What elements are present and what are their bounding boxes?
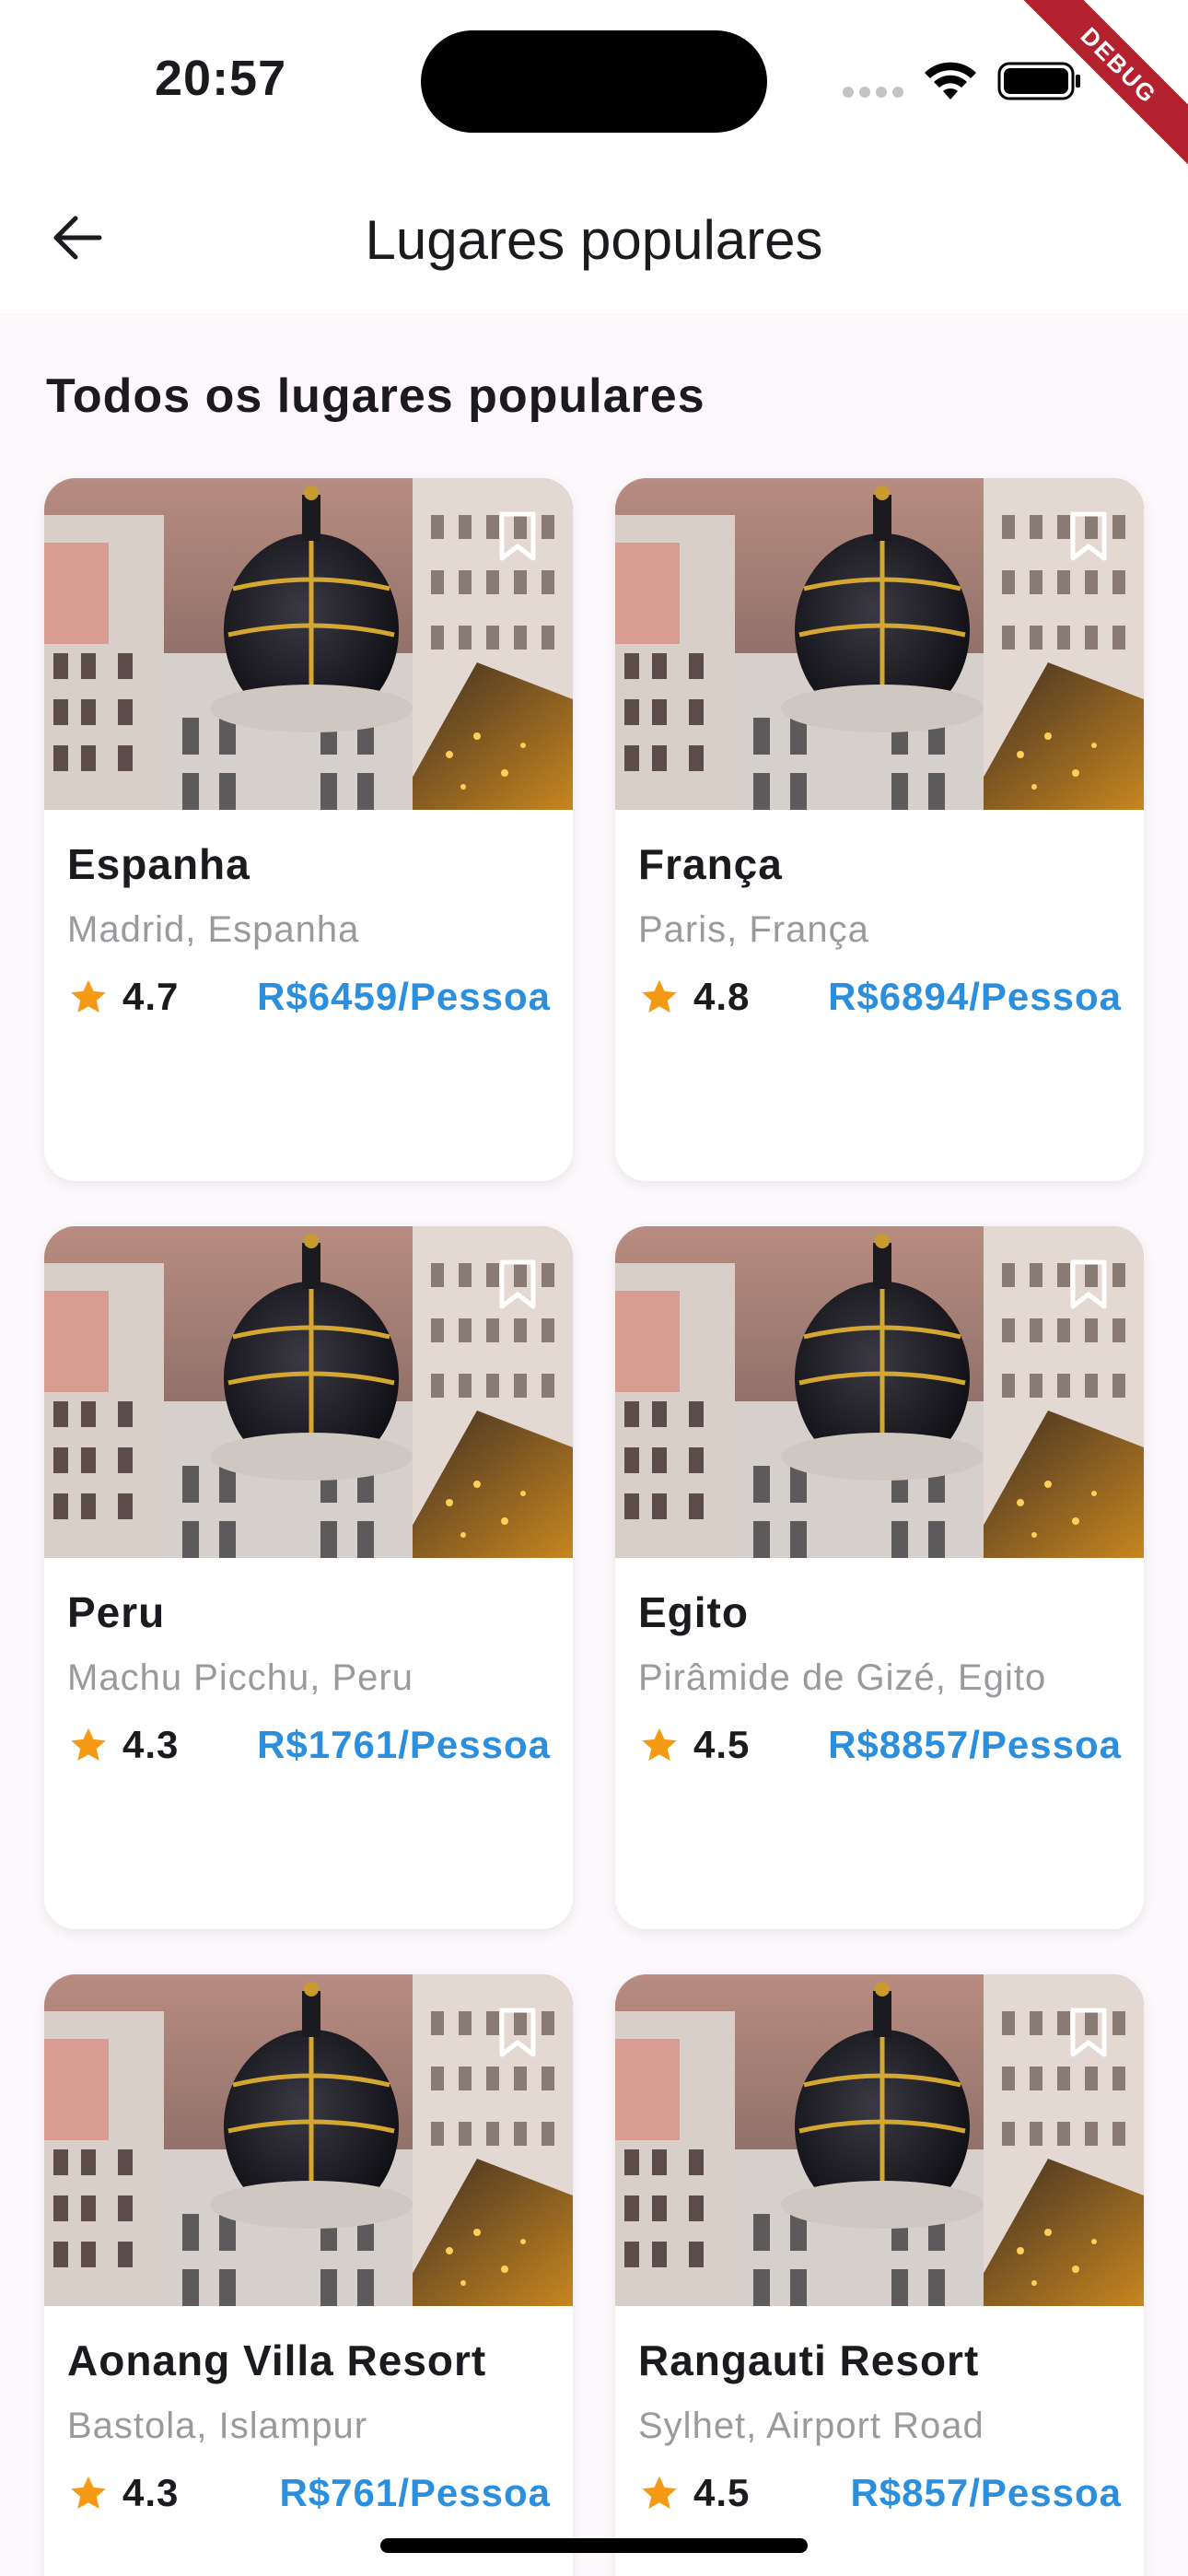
place-name: França <box>638 840 783 888</box>
cellular-signal-icon <box>843 87 905 98</box>
rating: 4.3 <box>67 2471 179 2515</box>
rating: 4.5 <box>638 1723 750 1767</box>
place-location: Machu Picchu, Peru <box>67 1657 413 1698</box>
rating-value: 4.7 <box>122 975 180 1018</box>
rating-value: 4.3 <box>122 2471 180 2514</box>
place-card[interactable]: Egito Pirâmide de Gizé, Egito 4.5 R$8857… <box>615 1226 1144 1929</box>
price-per-person: R$6459/Pessoa <box>257 975 551 1018</box>
star-icon <box>642 979 677 1013</box>
place-location: Madrid, Espanha <box>67 909 360 950</box>
place-image <box>44 1974 573 2306</box>
place-photo <box>615 1226 1144 1558</box>
page-title: Lugares populares <box>365 209 823 271</box>
status-time: 20:57 <box>155 51 287 106</box>
price-per-person: R$1761/Pessoa <box>257 1723 551 1766</box>
place-card[interactable]: Rangauti Resort Sylhet, Airport Road 4.5… <box>615 1974 1144 2576</box>
rating-value: 4.5 <box>693 1723 751 1766</box>
place-photo <box>44 478 573 810</box>
star-icon <box>642 1727 677 1762</box>
star-icon <box>642 2476 677 2510</box>
dynamic-island <box>421 30 767 133</box>
place-name: Rangauti Resort <box>638 2336 980 2384</box>
place-photo <box>615 1974 1144 2306</box>
home-indicator[interactable] <box>380 2538 808 2553</box>
place-card[interactable]: Espanha Madrid, Espanha 4.7 R$6459/Pesso… <box>44 478 573 1181</box>
star-icon <box>71 979 106 1013</box>
place-card[interactable]: Peru Machu Picchu, Peru 4.3 R$1761/Pesso… <box>44 1226 573 1929</box>
rating: 4.8 <box>638 975 750 1019</box>
place-location: Pirâmide de Gizé, Egito <box>638 1657 1047 1698</box>
star-icon <box>71 1727 106 1762</box>
rating: 4.3 <box>67 1723 179 1767</box>
place-image <box>615 478 1144 810</box>
place-image <box>615 1974 1144 2306</box>
place-photo <box>44 1974 573 2306</box>
wifi-icon <box>925 62 976 100</box>
rating-value: 4.3 <box>122 1723 180 1766</box>
price-per-person: R$8857/Pessoa <box>828 1723 1122 1766</box>
place-image <box>44 478 573 810</box>
place-location: Paris, França <box>638 909 869 950</box>
rating-value: 4.8 <box>693 975 751 1018</box>
bookmark-icon[interactable] <box>1068 1258 1109 1311</box>
price-per-person: R$761/Pessoa <box>279 2471 551 2514</box>
app-bar: Lugares populares <box>0 175 1188 313</box>
rating: 4.5 <box>638 2471 750 2515</box>
star-icon <box>71 2476 106 2510</box>
battery-icon <box>997 62 1080 100</box>
place-card[interactable]: França Paris, França 4.8 R$6894/Pessoa <box>615 478 1144 1181</box>
place-photo <box>44 1226 573 1558</box>
place-name: Peru <box>67 1588 166 1636</box>
status-bar: 20:57 DEBUG <box>0 0 1188 175</box>
bookmark-icon[interactable] <box>497 1258 538 1311</box>
place-name: Egito <box>638 1588 749 1636</box>
bookmark-icon[interactable] <box>1068 2006 1109 2059</box>
place-image <box>615 1226 1144 1558</box>
place-card[interactable]: Aonang Villa Resort Bastola, Islampur 4.… <box>44 1974 573 2576</box>
bookmark-icon[interactable] <box>1068 509 1109 563</box>
price-per-person: R$6894/Pessoa <box>828 975 1122 1018</box>
price-per-person: R$857/Pessoa <box>850 2471 1122 2514</box>
rating: 4.7 <box>67 975 179 1019</box>
place-name: Espanha <box>67 840 250 888</box>
place-location: Sylhet, Airport Road <box>638 2406 984 2446</box>
bookmark-icon[interactable] <box>497 509 538 563</box>
place-name: Aonang Villa Resort <box>67 2336 487 2384</box>
place-photo <box>615 478 1144 810</box>
place-location: Bastola, Islampur <box>67 2406 368 2446</box>
section-title: Todos os lugares populares <box>46 369 705 423</box>
place-image <box>44 1226 573 1558</box>
bookmark-icon[interactable] <box>497 2006 538 2059</box>
rating-value: 4.5 <box>693 2471 751 2514</box>
